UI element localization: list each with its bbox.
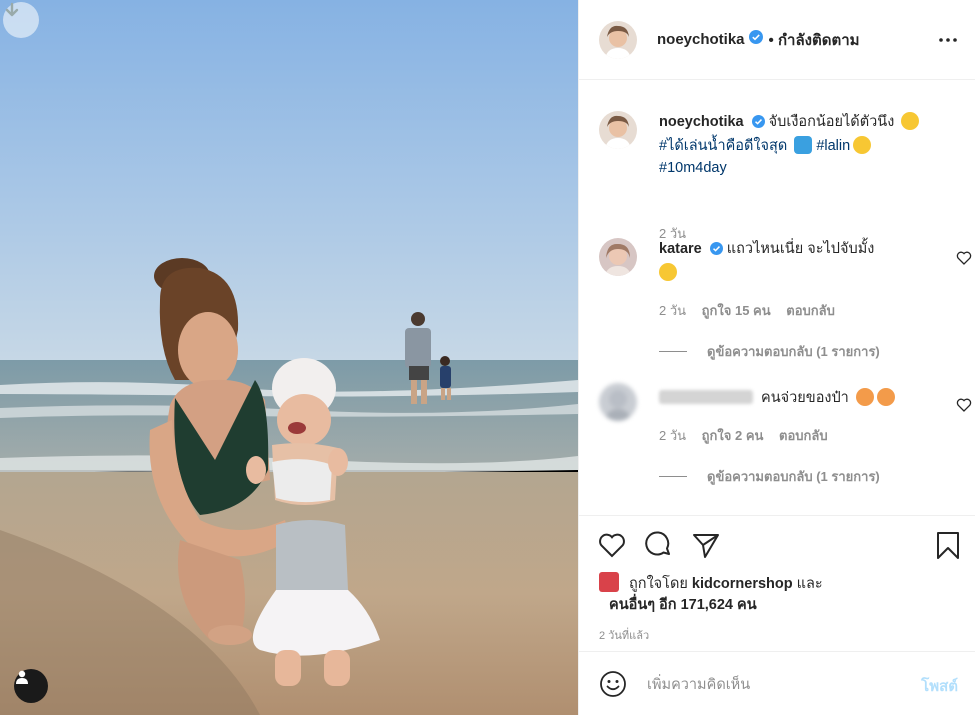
- comment-text: คนจ่วยของป๋า: [659, 387, 939, 409]
- heart-icon[interactable]: [597, 530, 627, 560]
- kiss-emoji-icon: [876, 388, 895, 406]
- smile-emoji-icon: [853, 136, 872, 154]
- likes-prefix: ถูกใจโดย: [629, 576, 688, 592]
- user-tags-icon[interactable]: [14, 669, 48, 703]
- bookmark-icon[interactable]: [933, 530, 963, 560]
- comment-input[interactable]: [647, 674, 887, 696]
- hashtag-link[interactable]: #lalin: [816, 138, 850, 154]
- comment-likes[interactable]: ถูกใจ 2 คน: [702, 428, 764, 443]
- comment-body: แถวไหนเนี่ย จะไปจับมั้ง: [726, 241, 875, 257]
- view-replies-label: ดูข้อความตอบกลับ (1 รายการ): [707, 469, 880, 484]
- instagram-post-view: noeychotika • กำลังติดตาม noeychotika จั…: [0, 0, 975, 715]
- beach-photo-illustration: [0, 0, 578, 715]
- replies-divider: [659, 351, 687, 352]
- comment-text: katare แถวไหนเนี่ย จะไปจับมั้ง: [659, 238, 939, 284]
- view-replies-button[interactable]: ดูข้อความตอบกลับ (1 รายการ): [659, 466, 880, 487]
- caption-username[interactable]: noeychotika: [659, 114, 744, 130]
- comment-icon[interactable]: [643, 530, 673, 560]
- kiss-emoji-icon: [855, 388, 874, 406]
- post-header: noeychotika • กำลังติดตาม: [579, 0, 975, 80]
- ellipsis-icon[interactable]: [936, 28, 960, 52]
- caption-text: noeychotika จับเงือกน้อยได้ตัวนึง #ได้เล…: [659, 111, 939, 179]
- yum-emoji-icon: [659, 263, 677, 281]
- liker-username[interactable]: kidcornershop: [692, 576, 793, 592]
- caption-body: จับเงือกน้อยได้ตัวนึง: [768, 114, 895, 130]
- hashtag-link[interactable]: #10m4day: [659, 160, 727, 176]
- likes-and: และ: [796, 576, 823, 592]
- comment-meta: 2 วัน ถูกใจ 15 คน ตอบกลับ: [659, 300, 835, 321]
- author-avatar[interactable]: [599, 20, 637, 59]
- post-photo[interactable]: [0, 0, 578, 715]
- commenter-avatar-blurred[interactable]: [599, 383, 637, 421]
- emoji-picker-icon[interactable]: [599, 670, 627, 698]
- smile-emoji-icon: [901, 112, 920, 130]
- download-icon[interactable]: [3, 2, 39, 38]
- caption-avatar[interactable]: [599, 111, 637, 149]
- post-actions: ถูกใจโดย kidcornershop และ คนอื่นๆ อีก 1…: [579, 515, 975, 650]
- comment-meta: 2 วัน ถูกใจ 2 คน ตอบกลับ: [659, 425, 828, 446]
- comment-body: คนจ่วยของป๋า: [761, 390, 849, 406]
- post-side-panel: noeychotika • กำลังติดตาม noeychotika จั…: [578, 0, 975, 715]
- comment-like-heart-icon[interactable]: [956, 397, 972, 413]
- follow-status[interactable]: • กำลังติดตาม: [769, 28, 860, 52]
- author-username[interactable]: noeychotika: [657, 31, 745, 48]
- view-replies-button[interactable]: ดูข้อความตอบกลับ (1 รายการ): [659, 341, 880, 362]
- post-comment-button[interactable]: โพสต์: [921, 674, 958, 698]
- verified-badge-icon: [709, 240, 723, 262]
- add-comment-bar: โพสต์: [579, 651, 975, 715]
- liker-avatar[interactable]: [599, 572, 619, 592]
- splash-emoji-icon: [794, 136, 813, 154]
- likes-summary: ถูกใจโดย kidcornershop และ คนอื่นๆ อีก 1…: [599, 572, 959, 616]
- commenter-avatar[interactable]: [599, 238, 637, 276]
- comment-reply-button[interactable]: ตอบกลับ: [779, 428, 828, 443]
- verified-badge-icon: [748, 30, 763, 49]
- blurred-username[interactable]: [659, 390, 753, 404]
- paper-plane-icon[interactable]: [691, 530, 721, 560]
- comment-reply-button[interactable]: ตอบกลับ: [786, 303, 835, 318]
- hashtag-link[interactable]: #ได้เล่นน้ำคือดีใจสุด: [659, 138, 787, 154]
- likes-others[interactable]: คนอื่นๆ อีก 171,624 คน: [609, 597, 757, 613]
- comments-list[interactable]: noeychotika จับเงือกน้อยได้ตัวนึง #ได้เล…: [579, 81, 975, 515]
- comment-time[interactable]: 2 วัน: [659, 303, 686, 318]
- comment-username[interactable]: katare: [659, 241, 702, 257]
- comment-time[interactable]: 2 วัน: [659, 428, 686, 443]
- replies-divider: [659, 476, 687, 477]
- comment-likes[interactable]: ถูกใจ 15 คน: [702, 303, 771, 318]
- view-replies-label: ดูข้อความตอบกลับ (1 รายการ): [707, 344, 880, 359]
- comment-like-heart-icon[interactable]: [956, 250, 972, 266]
- verified-badge-icon: [751, 113, 765, 135]
- post-timestamp[interactable]: 2 วันที่แล้ว: [599, 626, 649, 644]
